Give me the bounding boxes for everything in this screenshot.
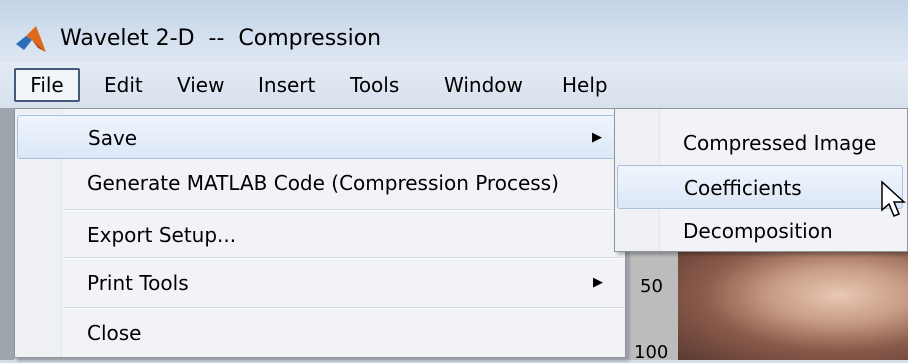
- menu-item-close[interactable]: Close: [17, 311, 619, 355]
- menu-help[interactable]: Help: [562, 68, 608, 102]
- menu-separator: [63, 257, 623, 259]
- menu-item-label: Export Setup...: [87, 223, 237, 247]
- menu-item-print-tools[interactable]: Print Tools ▶: [17, 261, 619, 305]
- menu-item-label: Save: [88, 126, 138, 150]
- submenu-arrow-icon: ▶: [593, 275, 603, 290]
- menu-file[interactable]: File: [14, 68, 80, 102]
- menu-view[interactable]: View: [177, 68, 224, 102]
- menu-item-save[interactable]: Save ▶: [17, 115, 619, 159]
- menu-item-label: Generate MATLAB Code (Compression Proces…: [87, 171, 559, 195]
- menu-item-label: Close: [87, 321, 142, 345]
- submenu-arrow-icon: ▶: [592, 130, 602, 145]
- menu-separator: [63, 307, 623, 309]
- save-submenu: Compressed Image Coefficients Decomposit…: [614, 108, 908, 252]
- title-bar: Wavelet 2-D -- Compression: [0, 0, 908, 62]
- figure-left-strip: [0, 108, 14, 360]
- image-preview: [678, 252, 908, 360]
- menu-item-label: Coefficients: [684, 176, 802, 200]
- menu-insert[interactable]: Insert: [258, 68, 315, 102]
- submenu-item-compressed-image[interactable]: Compressed Image: [617, 121, 903, 165]
- menu-bar: File Edit View Insert Tools Window Help: [0, 62, 908, 108]
- menu-item-label: Decomposition: [683, 219, 833, 243]
- file-dropdown-menu: Save ▶ Generate MATLAB Code (Compression…: [14, 108, 626, 358]
- menu-window[interactable]: Window: [444, 68, 523, 102]
- menu-item-export-setup[interactable]: Export Setup...: [17, 213, 619, 257]
- menu-separator: [63, 209, 623, 211]
- menu-item-label: Print Tools: [87, 271, 189, 295]
- axis-tick-label: 50: [640, 276, 663, 297]
- menu-item-label: Compressed Image: [683, 131, 877, 155]
- menu-edit[interactable]: Edit: [104, 68, 143, 102]
- menu-tools[interactable]: Tools: [350, 68, 399, 102]
- submenu-item-coefficients[interactable]: Coefficients: [617, 165, 903, 209]
- matlab-logo-icon: [16, 26, 46, 52]
- window-title: Wavelet 2-D -- Compression: [60, 26, 382, 51]
- mouse-pointer-icon: [881, 180, 906, 217]
- menu-item-generate-code[interactable]: Generate MATLAB Code (Compression Proces…: [17, 161, 619, 205]
- submenu-item-decomposition[interactable]: Decomposition: [617, 209, 903, 253]
